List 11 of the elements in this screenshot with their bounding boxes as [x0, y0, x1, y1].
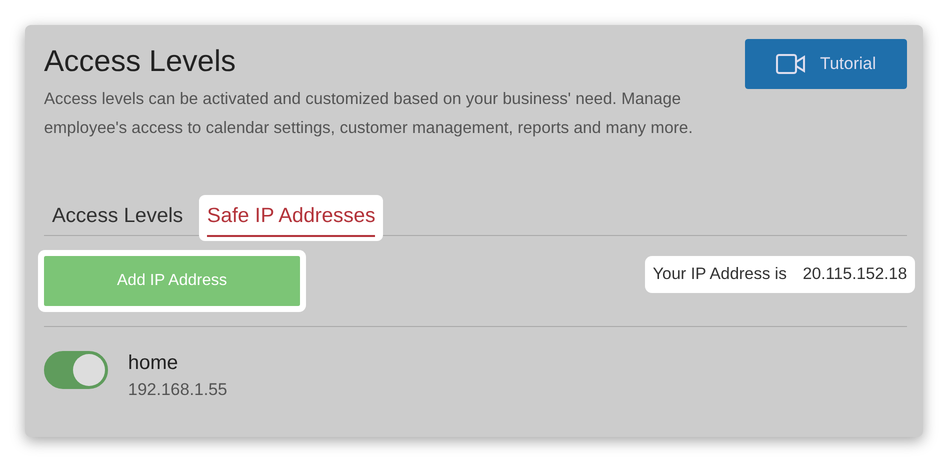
tab[interactable]: Safe IP Addresses	[199, 195, 384, 241]
video-camera-icon	[776, 54, 806, 74]
ip-value: 20.115.152.18	[802, 264, 907, 285]
page-title: Access Levels	[44, 44, 237, 80]
ip-name: home	[128, 351, 180, 375]
toggle-switch[interactable]	[44, 351, 108, 389]
description: Access levels can be activated and customized based on your business' need. Manage employee's access to calendar settings, customer management, reports and many more.	[44, 89, 694, 139]
ip-label: Your IP Address is	[652, 264, 787, 285]
tab[interactable]: Access Levels	[44, 195, 192, 241]
tutorial-button[interactable]: Tutorial	[745, 39, 907, 89]
ip-address: 192.168.1.55	[128, 379, 228, 401]
